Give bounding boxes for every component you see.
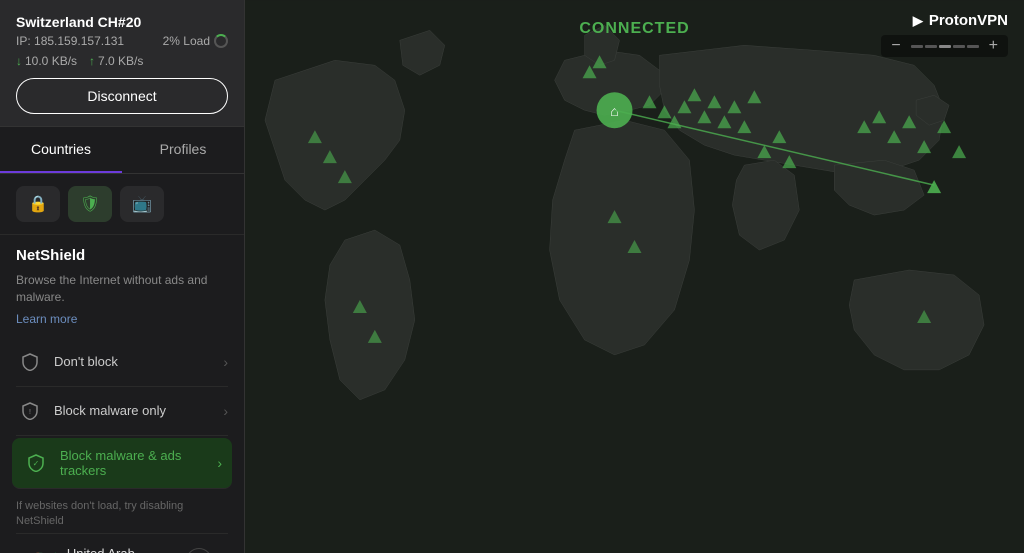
filter-secure-button[interactable]: 🔒	[16, 186, 60, 222]
load-circle	[214, 34, 228, 48]
learn-more-link[interactable]: Learn more	[16, 312, 77, 326]
chevron-right-icon: ›	[223, 354, 228, 370]
world-map: ⌂	[245, 0, 1024, 553]
tab-bar: Countries Profiles	[0, 127, 244, 174]
download-speed: ↓ 10.0 KB/s	[16, 54, 77, 68]
netshield-title: NetShield	[16, 247, 228, 264]
ip-address: IP: 185.159.157.131	[16, 34, 124, 48]
zoom-in-button[interactable]: +	[985, 37, 1002, 55]
zoom-seg-4	[953, 45, 965, 48]
connected-label: CONNECTED	[579, 20, 689, 38]
up-arrow-icon: ↑	[89, 54, 95, 68]
load-info: 2% Load	[163, 34, 228, 48]
shield-active-icon: ✓	[22, 449, 50, 477]
server-name: Switzerland CH#20	[16, 14, 228, 30]
option-dont-block[interactable]: Don't block ›	[16, 338, 228, 387]
proton-brand: ▶ ProtonVPN	[913, 12, 1008, 29]
connection-details: IP: 185.159.157.131 2% Load	[16, 34, 228, 48]
upload-speed: ↑ 7.0 KB/s	[89, 54, 143, 68]
zoom-bar	[907, 45, 983, 48]
country-item-uae[interactable]: 🇦🇪 United Arab Emirates ⌄	[16, 534, 228, 553]
option-block-all[interactable]: ✓ Block malware & ads trackers ›	[12, 438, 232, 489]
tab-profiles[interactable]: Profiles	[122, 127, 244, 173]
tv-icon: 📺	[132, 194, 152, 214]
block-all-label: Block malware & ads trackers	[60, 448, 217, 478]
zoom-seg-2	[925, 45, 937, 48]
lock-icon: 🔒	[28, 194, 48, 214]
sidebar: Switzerland CH#20 IP: 185.159.157.131 2%…	[0, 0, 245, 553]
filter-netshield-button[interactable]: 🛡	[68, 186, 112, 222]
proton-logo-icon: ▶	[913, 13, 923, 29]
proton-header: ▶ ProtonVPN − +	[881, 12, 1008, 57]
filter-row: 🔒 🛡 📺	[0, 174, 244, 235]
shield-icon: 🛡	[80, 194, 100, 214]
netshield-section: NetShield Browse the Internet without ad…	[0, 235, 244, 553]
down-arrow-icon: ↓	[16, 54, 22, 68]
block-malware-label: Block malware only	[54, 403, 223, 418]
chevron-right-icon-2: ›	[223, 403, 228, 419]
zoom-seg-1	[911, 45, 923, 48]
uae-expand-button[interactable]: ⌄	[186, 548, 212, 553]
svg-text:!: !	[29, 409, 31, 416]
option-block-malware[interactable]: ! Block malware only ›	[16, 387, 228, 436]
filter-tv-button[interactable]: 📺	[120, 186, 164, 222]
shield-malware-icon: !	[16, 397, 44, 425]
zoom-controls: − +	[881, 35, 1008, 57]
proton-brand-name: ProtonVPN	[929, 12, 1008, 29]
netshield-description: Browse the Internet without ads and malw…	[16, 272, 228, 306]
shield-outline-icon	[16, 348, 44, 376]
disconnect-button[interactable]: Disconnect	[16, 78, 228, 114]
zoom-seg-5	[967, 45, 979, 48]
zoom-out-button[interactable]: −	[887, 37, 904, 55]
netshield-hint: If websites don't load, try disabling Ne…	[16, 491, 228, 534]
svg-text:✓: ✓	[33, 459, 40, 468]
chevron-right-icon-3: ›	[217, 455, 222, 471]
zoom-seg-3	[939, 45, 951, 48]
map-area: ▶ ProtonVPN − + CONNECTED	[245, 0, 1024, 553]
speed-row: ↓ 10.0 KB/s ↑ 7.0 KB/s	[16, 54, 228, 68]
country-list: 🇦🇪 United Arab Emirates ⌄ 🇬🇧 United King…	[16, 533, 228, 553]
uae-flag-icon: 🇦🇪	[32, 549, 57, 553]
dont-block-label: Don't block	[54, 354, 223, 369]
uae-name: United Arab Emirates	[67, 546, 186, 553]
connection-header: Switzerland CH#20 IP: 185.159.157.131 2%…	[0, 0, 244, 127]
uae-actions: ⌄	[186, 548, 212, 553]
tab-countries[interactable]: Countries	[0, 127, 122, 173]
